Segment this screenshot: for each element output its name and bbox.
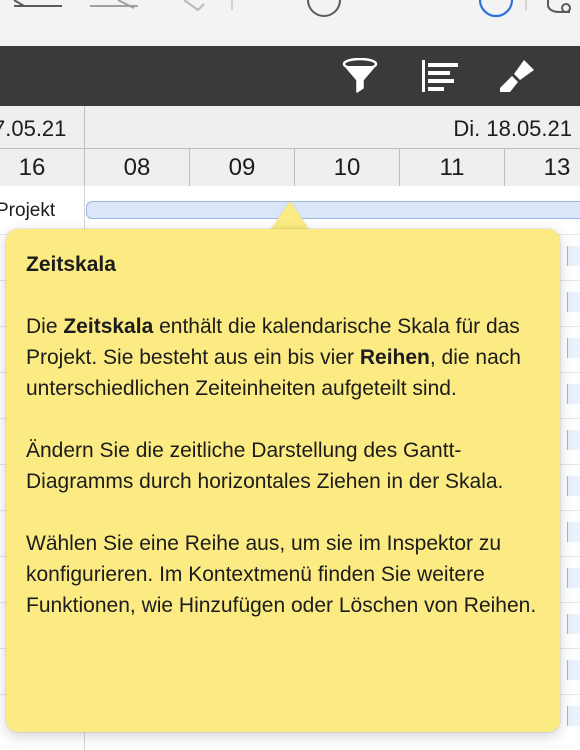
pencil-icon[interactable] [183, 0, 205, 12]
timescale-hour-cell: 11 [400, 149, 505, 186]
timescale-date-left: 7.05.21 [0, 116, 67, 141]
project-summary-bar[interactable] [86, 201, 580, 219]
task-bar-edge[interactable] [567, 338, 580, 358]
tooltip-title: Zeitskala [26, 253, 116, 276]
tooltip-arrow [270, 201, 310, 231]
row-label-project[interactable]: Projekt [0, 200, 55, 222]
tooltip-paragraph-3: Wählen Sie eine Reihe aus, um sie im Ins… [26, 532, 537, 617]
share-icon[interactable] [547, 0, 571, 13]
timescale-hour-cell: 09 [190, 149, 295, 186]
timescale-hour-cell: 16 [0, 149, 85, 186]
blue-circle-icon[interactable] [478, 0, 514, 18]
task-bar-edge[interactable] [567, 706, 580, 726]
tooltip-bold-term: Zeitskala [63, 315, 154, 338]
tooltip-bold-term: Reihen [359, 346, 430, 369]
tooltip-paragraph-2: Ändern Sie die zeitliche Darstellung des… [26, 439, 504, 493]
circle-icon[interactable] [307, 0, 341, 17]
task-bar-edge[interactable] [567, 522, 580, 542]
task-bar-edge[interactable] [567, 246, 580, 266]
task-bar-edge[interactable] [567, 568, 580, 588]
timescale-hour-cell: 08 [85, 149, 190, 186]
timescale-row-hours[interactable]: 16 08 09 10 11 13 [0, 149, 580, 187]
app-window: 7.05.21 Di. 18.05.21 16 08 09 10 11 13 P… [0, 0, 580, 750]
timescale-row-days[interactable]: 7.05.21 Di. 18.05.21 [0, 106, 580, 149]
top-toolbar [0, 0, 580, 47]
outline-align-icon[interactable] [420, 58, 460, 94]
task-bar-edge[interactable] [567, 476, 580, 496]
brush-style-icon[interactable] [498, 58, 538, 94]
timescale-divider [84, 106, 85, 148]
task-bar-edge[interactable] [567, 430, 580, 450]
link-icon[interactable] [90, 0, 138, 9]
list-icon[interactable] [13, 0, 62, 7]
filter-funnel-icon[interactable] [340, 58, 380, 94]
tooltip-text: Die [26, 315, 64, 338]
timescale-hour-cell: 10 [295, 149, 400, 186]
task-bar-edge[interactable] [567, 660, 580, 680]
task-bar-edge[interactable] [567, 292, 580, 312]
tooltip-paragraph-1: Die Zeitskala enthält die kalendarische … [26, 311, 540, 404]
task-bar-edge[interactable] [567, 614, 580, 634]
timescale[interactable]: 7.05.21 Di. 18.05.21 16 08 09 10 11 13 [0, 106, 580, 187]
timescale-date-right: Di. 18.05.21 [453, 116, 572, 141]
help-tooltip: Zeitskala Die Zeitskala enthält die kale… [6, 229, 560, 732]
gantt-toolbar [0, 46, 580, 106]
timescale-hour-cell: 13 [505, 149, 580, 186]
task-bar-edge[interactable] [567, 384, 580, 404]
top-toolbar-partial-icons [13, 0, 571, 18]
